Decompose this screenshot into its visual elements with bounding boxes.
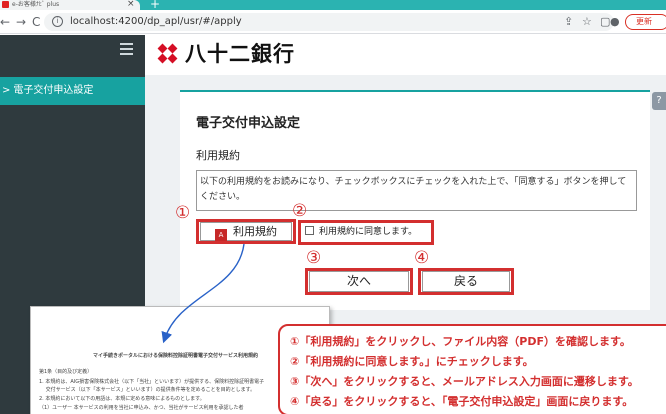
legend-line-1: ①「利用規約」をクリックし、ファイル内容（PDF）を確認します。 xyxy=(290,335,631,348)
app-header: 八十二銀行 xyxy=(145,35,666,75)
url-text: localhost:4200/dp_apl/usr/#/apply xyxy=(70,16,242,27)
forward-arrow-icon[interactable]: → xyxy=(16,14,26,30)
terms-pdf-button[interactable]: A 利用規約 xyxy=(200,222,292,241)
new-tab-icon[interactable]: + xyxy=(150,0,160,10)
callout-number-2: ② xyxy=(292,201,308,221)
pdf-title: マイ手続きポータルにおける保険料控除証明書電子交付サービス利用規約 xyxy=(93,353,259,359)
tab-title: e-お客様ﾅﾋﾞ plus xyxy=(12,1,60,8)
instruction-legend: ①「利用規約」をクリックし、ファイル内容（PDF）を確認します。 ②「利用規約に… xyxy=(278,324,666,414)
hamburger-menu-icon[interactable] xyxy=(120,43,133,55)
checkbox-icon[interactable] xyxy=(305,226,314,235)
page-title: 電子交付申込設定 xyxy=(196,116,301,131)
profile-icon[interactable]: ● xyxy=(610,14,620,30)
browser-tab[interactable]: e-お客様ﾅﾋﾞ plus × xyxy=(0,0,140,10)
next-button[interactable]: 次へ xyxy=(309,271,409,292)
sidebar-item-label: 電子交付申込設定 xyxy=(13,85,94,96)
chevron-right-icon: > xyxy=(2,85,11,96)
section-title: 利用規約 xyxy=(196,149,240,162)
pdf-line: （1）ユーザー 本サービスの利用を当社に申込み、かつ、当社がサービス利用を承認し… xyxy=(39,405,244,411)
bank-logo-text: 八十二銀行 xyxy=(185,42,295,66)
terms-instruction-text: 以下の利用規約をお読みになり、チェックボックスにチェックを入れた上で、「同意する… xyxy=(196,170,637,211)
agree-checkbox[interactable]: 利用規約に同意します。 xyxy=(305,226,417,239)
sidebar-item-electronic-delivery[interactable]: > 電子交付申込設定 xyxy=(0,77,145,105)
share-icon[interactable]: ⇪ xyxy=(564,14,573,30)
legend-line-4: ④「戻る」をクリックすると、「電子交付申込設定」画面に戻ります。 xyxy=(290,395,634,408)
update-button[interactable]: 更新 xyxy=(625,14,666,30)
close-icon[interactable]: × xyxy=(127,0,135,9)
info-icon[interactable]: i xyxy=(52,16,63,27)
url-field[interactable]: i localhost:4200/dp_apl/usr/#/apply ⇪ ☆ … xyxy=(44,13,614,31)
back-arrow-icon[interactable]: ← xyxy=(0,14,10,30)
sidepanel-icon[interactable]: ▢ xyxy=(600,14,610,30)
address-bar: ← → C i localhost:4200/dp_apl/usr/#/appl… xyxy=(0,10,666,34)
callout-number-3: ③ xyxy=(306,248,322,268)
back-button[interactable]: 戻る xyxy=(422,271,510,292)
pdf-line: 1. 本規約は、AIG損害保険株式会社（以下「当社」といいます）が提供する、保険… xyxy=(39,379,265,385)
callout-number-1: ① xyxy=(175,203,191,223)
bookmark-star-icon[interactable]: ☆ xyxy=(582,14,592,30)
terms-button-label: 利用規約 xyxy=(233,225,277,238)
help-icon[interactable]: ? xyxy=(652,92,666,110)
agree-checkbox-label: 利用規約に同意します。 xyxy=(319,227,418,237)
callout-number-4: ④ xyxy=(414,248,430,268)
reload-icon[interactable]: C xyxy=(32,14,40,30)
pdf-line: 第1条（目的及び定義） xyxy=(39,369,93,375)
pdf-line: 交付サービス（以下「本サービス」といいます）の提供条件等を定めることを目的としま… xyxy=(39,387,256,393)
favicon-icon xyxy=(2,1,9,8)
browser-tabstrip: e-お客様ﾅﾋﾞ plus × + xyxy=(0,0,666,10)
pdf-icon: A xyxy=(215,229,227,241)
legend-line-2: ②「利用規約に同意します。」にチェックします。 xyxy=(290,355,534,368)
pdf-line: 2. 本規約において以下の用語は、本規に定める意味によるものとします。 xyxy=(39,396,205,402)
legend-line-3: ③「次へ」をクリックすると、メールアドレス入力画面に遷移します。 xyxy=(290,375,639,388)
bank-logo-icon xyxy=(157,43,179,65)
